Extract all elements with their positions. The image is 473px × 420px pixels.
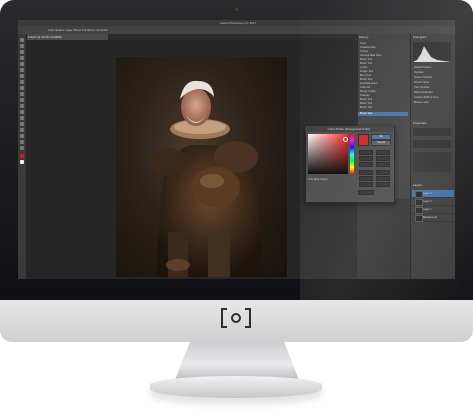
action-item[interactable]: Frame Channel xyxy=(414,76,452,79)
document-tab[interactable]: Knight @ 33.3% (RGB/8) xyxy=(26,34,108,40)
lab-b-field[interactable] xyxy=(376,162,390,167)
marquee-tool-icon[interactable] xyxy=(20,44,24,48)
webcam xyxy=(233,6,240,13)
layer-name: Layer 3 xyxy=(423,192,432,195)
hand-tool-icon[interactable] xyxy=(20,140,24,144)
monitor-stand-base xyxy=(150,376,322,398)
new-color-swatch xyxy=(358,134,369,146)
red-field[interactable] xyxy=(359,170,373,175)
lab-a-field[interactable] xyxy=(376,156,390,161)
saturation-field[interactable] xyxy=(359,156,373,161)
histogram-graph xyxy=(413,42,451,62)
options-bar-text[interactable]: Auto-Select: Layer Show Transform Contro… xyxy=(48,26,107,34)
knight-portrait-illustration xyxy=(148,80,264,277)
cmyk-c-field[interactable] xyxy=(376,170,390,175)
action-item[interactable]: Default Actions xyxy=(414,66,452,69)
lasso-tool-icon[interactable] xyxy=(20,50,24,54)
adjustments-panel xyxy=(413,152,451,172)
green-field[interactable] xyxy=(359,176,373,181)
history-item-selected[interactable]: Brush Tool xyxy=(360,112,406,115)
tools-panel xyxy=(18,34,27,279)
properties-panel-body xyxy=(413,128,451,136)
action-item[interactable]: Molten Lead xyxy=(414,101,452,104)
cmyk-m-field[interactable] xyxy=(376,176,390,181)
layer-name: Background xyxy=(423,216,437,219)
dodge-tool-icon[interactable] xyxy=(20,110,24,114)
blue-field[interactable] xyxy=(359,182,373,187)
history-item[interactable]: Brush Tool xyxy=(360,106,406,109)
action-item[interactable]: Vignette xyxy=(414,71,452,74)
action-item[interactable]: Cast Shadow xyxy=(414,86,452,89)
lab-l-field[interactable] xyxy=(376,150,390,155)
layer-thumbnail xyxy=(415,215,423,222)
eyedropper-tool-icon[interactable] xyxy=(20,68,24,72)
history-item[interactable]: Brush Tool xyxy=(360,58,406,61)
color-picker-cursor[interactable] xyxy=(343,137,348,142)
brightness-field[interactable] xyxy=(359,162,373,167)
background-color-swatch[interactable] xyxy=(20,160,24,164)
document-image[interactable] xyxy=(116,57,287,277)
history-item[interactable]: Brush Tool xyxy=(360,62,406,65)
action-item[interactable]: Custom RGB to Gray xyxy=(414,96,452,99)
history-item[interactable]: Brush Tool xyxy=(360,78,406,81)
bracket-circle-logo xyxy=(221,308,251,328)
history-item[interactable]: Curves xyxy=(360,50,406,53)
history-item[interactable]: Brush Tool xyxy=(360,98,406,101)
properties-panel-title[interactable]: Properties xyxy=(413,121,427,126)
layer-thumbnail xyxy=(415,191,423,198)
history-item[interactable]: Gradient Map xyxy=(360,46,406,49)
layer-thumbnail xyxy=(415,199,423,206)
history-item[interactable]: Dodge Tool xyxy=(360,70,406,73)
history-item[interactable]: Sharpen xyxy=(360,94,406,97)
layer-name: Layer 1 xyxy=(423,208,432,211)
layer-row[interactable]: Layer 2 xyxy=(412,198,454,206)
cmyk-y-field[interactable] xyxy=(376,182,390,187)
type-tool-icon[interactable] xyxy=(20,122,24,126)
histogram-panel-title[interactable]: Histogram xyxy=(413,35,427,40)
foreground-color-swatch[interactable] xyxy=(20,154,24,158)
healing-brush-tool-icon[interactable] xyxy=(20,74,24,78)
layer-row[interactable]: Layer 1 xyxy=(412,206,454,214)
crop-tool-icon[interactable] xyxy=(20,62,24,66)
history-item[interactable]: Color Fill xyxy=(360,86,406,89)
history-item[interactable]: Burn Tool xyxy=(360,74,406,77)
shape-tool-icon[interactable] xyxy=(20,134,24,138)
layer-thumbnail xyxy=(415,207,423,214)
layer-name: Layer 2 xyxy=(423,200,432,203)
hue-field[interactable] xyxy=(359,150,373,155)
history-panel-title[interactable]: History xyxy=(359,35,368,40)
zoom-tool-icon[interactable] xyxy=(20,146,24,150)
brand-logo-icon xyxy=(219,306,253,330)
move-tool-icon[interactable] xyxy=(20,38,24,42)
action-item[interactable]: Wood Frame xyxy=(414,81,452,84)
layer-row[interactable]: Background xyxy=(412,214,454,222)
color-picker-title[interactable]: Color Picker (Foreground Color) xyxy=(305,126,393,132)
brush-tool-icon[interactable] xyxy=(20,80,24,84)
monitor-screen: Adobe Photoshop CC 2017 Auto-Select: Lay… xyxy=(18,20,455,279)
monitor-stand-neck xyxy=(175,342,299,380)
hue-slider[interactable] xyxy=(350,134,354,174)
quick-select-tool-icon[interactable] xyxy=(20,56,24,60)
history-item[interactable]: Open xyxy=(360,42,406,45)
action-item[interactable]: Water Reflection xyxy=(414,91,452,94)
only-web-colors-checkbox[interactable]: Only Web Colors xyxy=(308,178,328,182)
eraser-tool-icon[interactable] xyxy=(20,98,24,102)
path-select-tool-icon[interactable] xyxy=(20,128,24,132)
histogram-curve xyxy=(413,46,451,62)
history-item[interactable]: Merge Visible xyxy=(360,90,406,93)
gradient-tool-icon[interactable] xyxy=(20,104,24,108)
history-item[interactable]: Hue/Saturation xyxy=(360,82,406,85)
pen-tool-icon[interactable] xyxy=(20,116,24,120)
properties-panel-body xyxy=(413,140,451,148)
history-item[interactable]: Brush Tool xyxy=(360,102,406,105)
layers-panel-title[interactable]: Layers xyxy=(413,183,422,188)
saturation-brightness-field[interactable] xyxy=(308,134,348,174)
clone-stamp-tool-icon[interactable] xyxy=(20,86,24,90)
cancel-button[interactable]: Cancel xyxy=(371,140,391,146)
layer-row[interactable]: Layer 3 xyxy=(412,190,454,198)
hex-field[interactable] xyxy=(358,190,374,195)
history-item[interactable]: Levels xyxy=(360,66,406,69)
history-item[interactable]: Camera Raw Filter xyxy=(360,54,406,57)
history-brush-tool-icon[interactable] xyxy=(20,92,24,96)
